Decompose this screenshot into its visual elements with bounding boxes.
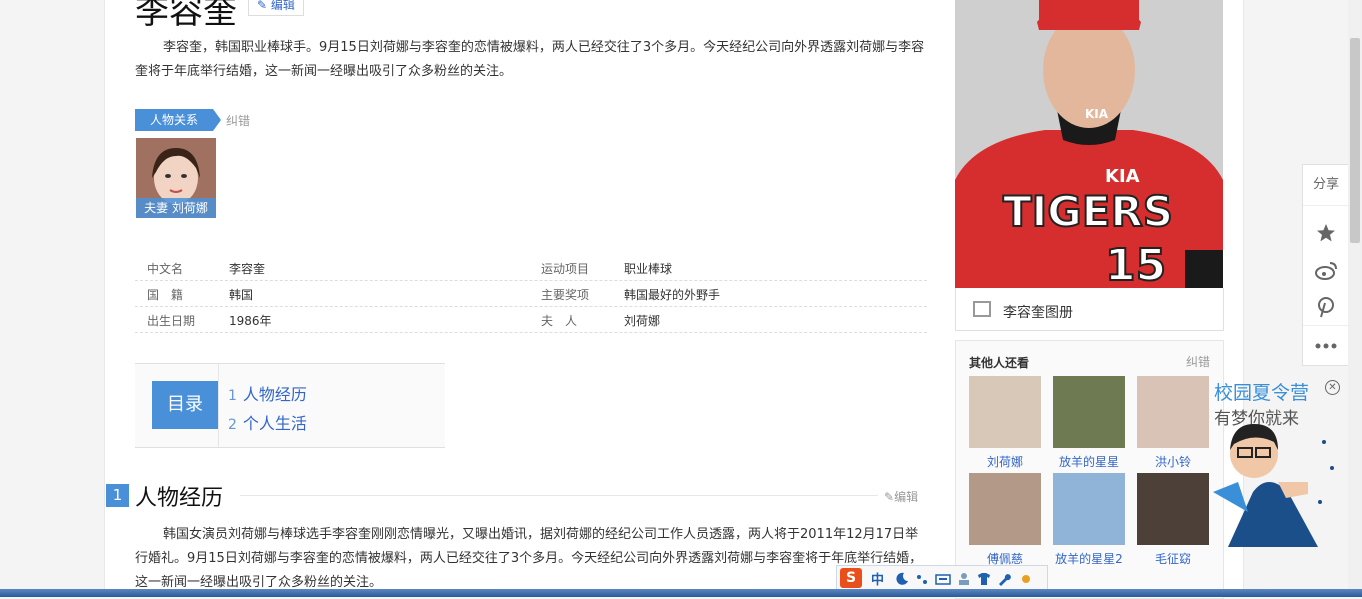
info-value: 职业棒球 (624, 262, 673, 276)
others-item-name: 放羊的星星2 (1055, 552, 1123, 566)
others-item[interactable]: 放羊的星星2 (1053, 473, 1125, 567)
jersey-number: 15 (1105, 240, 1166, 288)
wrench-icon[interactable] (997, 571, 1011, 586)
jersey-brand: KIA (1105, 166, 1140, 187)
person-photo-image: KIA KIA TIGERS 15 (955, 0, 1223, 288)
os-taskbar (0, 589, 1362, 597)
info-key: 中文名 (147, 262, 184, 276)
info-key: 出生日期 (147, 314, 196, 328)
scrollbar-thumb[interactable] (1350, 38, 1360, 243)
info-key: 主要奖项 (541, 288, 590, 302)
others-also-viewed: 其他人还看 纠错 刘荷娜 放羊的星星 洪小铃 傅佩慈 放羊的星星2 毛征窈 (955, 340, 1224, 599)
others-item-name: 洪小铃 (1154, 455, 1191, 469)
others-thumbnail (969, 473, 1041, 545)
others-correct-link[interactable]: 纠错 (1186, 353, 1210, 370)
info-key: 夫 人 (541, 314, 578, 328)
others-item[interactable]: 刘荷娜 (969, 376, 1041, 470)
relations-tag: 人物关系 (135, 109, 221, 131)
info-value: 韩国最好的外野手 (624, 288, 721, 302)
ad-headline: 校园夏令营 (1214, 382, 1310, 404)
info-row: 中文名 李容奎 运动项目 职业棒球 (135, 254, 927, 281)
close-icon[interactable]: ✕ (1325, 380, 1340, 395)
punctuation-icon[interactable] (915, 571, 929, 585)
section-title: 人物经历 (135, 486, 224, 511)
user-icon[interactable] (957, 571, 971, 585)
others-item-name: 毛征窈 (1154, 552, 1191, 566)
table-of-contents: 目录 1 人物经历 2 个人生活 (135, 363, 445, 448)
album-link[interactable]: 李容奎图册 (955, 288, 1224, 331)
person-photo[interactable]: KIA KIA TIGERS 15 (955, 0, 1223, 288)
image-icon (973, 301, 991, 317)
ime-toolbar[interactable]: S 中 (836, 565, 1048, 591)
share-label[interactable]: 分享 (1303, 165, 1349, 206)
relation-card[interactable]: 夫妻 刘荷娜 (136, 138, 216, 218)
toc-item[interactable]: 2 个人生活 (228, 410, 307, 434)
others-item[interactable]: 放羊的星星 (1053, 376, 1125, 470)
info-value: 韩国 (229, 288, 254, 302)
section-paragraph: 韩国女演员刘荷娜与棒球选手李容奎刚刚恋情曝光，又曝出婚讯，据刘荷娜的经纪公司工作… (135, 527, 923, 590)
others-item[interactable]: 傅佩慈 (969, 473, 1041, 567)
others-item[interactable]: 毛征窈 (1137, 473, 1209, 567)
others-thumbnail (1137, 376, 1209, 448)
section-edit-button[interactable]: ✎编辑 (884, 488, 918, 505)
others-item[interactable]: 洪小铃 (1137, 376, 1209, 470)
section-edit-label: 编辑 (894, 490, 919, 504)
relations-correct-link[interactable]: 纠错 (226, 112, 250, 129)
jersey-collar-logo: KIA (1085, 107, 1109, 121)
weibo-icon[interactable] (1303, 251, 1349, 291)
summer-camp-ad[interactable]: 校园夏令营 有梦你就来 ✕ (1208, 372, 1348, 562)
info-value: 刘荷娜 (624, 314, 661, 328)
ime-language[interactable]: 中 (871, 569, 884, 588)
ad-subline: 有梦你就来 (1214, 409, 1299, 429)
toc-item-text: 个人生活 (242, 414, 307, 433)
jersey-text: TIGERS (1003, 187, 1173, 236)
others-thumbnail (1137, 473, 1209, 545)
others-title: 其他人还看 (969, 356, 1030, 370)
toc-divider (218, 364, 219, 447)
section-divider (240, 495, 878, 496)
section-number: 1 (106, 484, 129, 507)
toc-item-number: 1 (228, 388, 237, 404)
toc-item-number: 2 (228, 417, 237, 433)
relation-caption: 夫妻 刘荷娜 (136, 198, 216, 218)
keyboard-icon[interactable] (935, 571, 951, 585)
toc-item-text: 人物经历 (242, 385, 307, 404)
star-icon[interactable] (1303, 213, 1349, 253)
ime-logo-icon[interactable]: S (840, 568, 862, 588)
more-icon[interactable] (1303, 325, 1349, 366)
pinterest-icon[interactable] (1303, 287, 1349, 327)
info-value: 李容奎 (229, 262, 266, 276)
toc-label: 目录 (152, 381, 218, 429)
share-sidebar: 分享 (1302, 164, 1350, 366)
sun-icon[interactable] (1019, 571, 1033, 585)
toc-item[interactable]: 1 人物经历 (228, 381, 307, 405)
info-row: 出生日期 1986年 夫 人 刘荷娜 (135, 306, 927, 333)
shirt-icon[interactable] (977, 571, 991, 585)
album-label: 李容奎图册 (1003, 305, 1073, 321)
info-key: 运动项目 (541, 262, 590, 276)
info-key: 国 籍 (147, 288, 184, 302)
others-thumbnail (969, 376, 1041, 448)
title-edit-label: 编辑 (270, 0, 295, 12)
info-row: 国 籍 韩国 主要奖项 韩国最好的外野手 (135, 280, 927, 307)
others-thumbnail (1053, 376, 1125, 448)
title-edit-button[interactable]: ✎ 编辑 (248, 0, 304, 16)
summary-paragraph: 李容奎，韩国职业棒球手。9月15日刘荷娜与李容奎的恋情被爆料，两人已经交往了3个… (135, 40, 925, 79)
scrollbar[interactable] (1348, 0, 1362, 597)
info-value: 1986年 (229, 314, 272, 328)
page-title: 李容奎 (135, 0, 237, 32)
others-item-name: 放羊的星星 (1058, 455, 1119, 469)
moon-icon[interactable] (895, 571, 909, 585)
others-item-name: 刘荷娜 (986, 455, 1023, 469)
others-thumbnail (1053, 473, 1125, 545)
